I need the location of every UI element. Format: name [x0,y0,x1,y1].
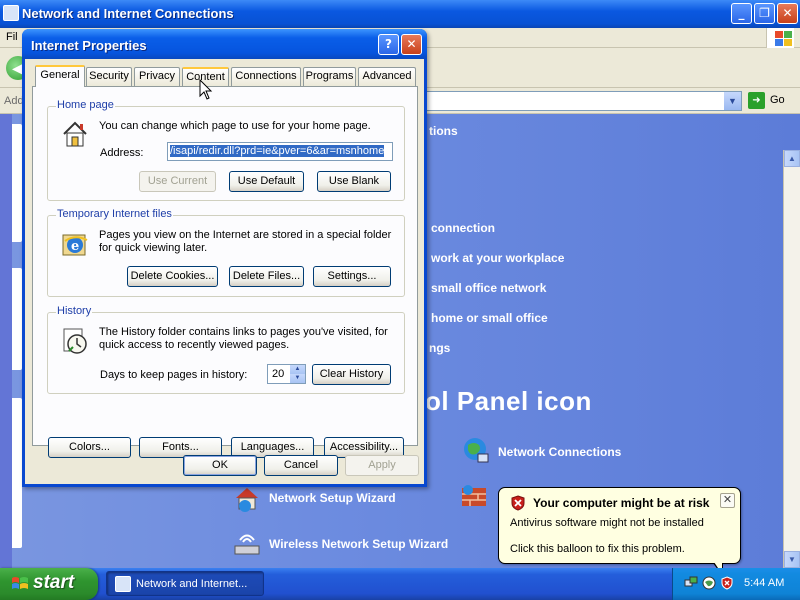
start-button[interactable]: start [0,568,98,600]
house-icon [63,121,87,147]
taskbar-item-label: Network and Internet... [136,578,248,590]
wireless-wizard-icon[interactable] [233,530,261,558]
wireless-setup-wizard-link[interactable]: Wireless Network Setup Wizard [269,537,448,551]
svg-text:e: e [71,239,79,254]
history-legend: History [56,305,93,317]
use-default-button[interactable]: Use Default [229,171,304,192]
home-page-legend: Home page [56,99,115,111]
address-bar-label: Add [4,95,24,107]
window-titlebar[interactable]: Network and Internet Connections _ ❐ ✕ [0,0,800,28]
taskbar-item-network[interactable]: Network and Internet... [106,571,264,596]
network-setup-wizard-link[interactable]: Network Setup Wizard [269,491,396,505]
temp-files-group: Temporary Internet files e Pages you vie… [47,208,405,297]
taskbar: start Network and Internet... 5:44 AM [0,568,800,600]
task-link[interactable]: small office network [431,281,546,295]
dialog-title: Internet Properties [31,38,147,53]
mouse-cursor-icon [199,79,213,100]
tab-general[interactable]: General [35,65,85,87]
network-connections-link[interactable]: Network Connections [498,445,621,459]
task-heading-fragment: tions [429,124,458,138]
tab-security[interactable]: Security [86,67,132,86]
maximize-button[interactable]: ❐ [754,3,775,24]
temp-files-legend: Temporary Internet files [56,208,173,220]
tab-privacy[interactable]: Privacy [134,67,180,86]
clear-history-button[interactable]: Clear History [312,364,391,385]
firewall-icon[interactable] [460,482,488,510]
use-current-button[interactable]: Use Current [139,171,216,192]
network-tray-icon[interactable] [684,576,698,590]
days-value: 20 [272,368,285,380]
system-tray: 5:44 AM [672,568,800,600]
tab-programs[interactable]: Programs [303,67,356,86]
folder-icon [3,5,19,21]
scroll-down-icon[interactable]: ▼ [784,551,800,568]
ie-files-icon: e [62,234,88,256]
minimize-button[interactable]: _ [731,3,752,24]
security-alert-balloon[interactable]: Your computer might be at risk ✕ Antivir… [498,487,741,577]
task-link[interactable]: ngs [429,341,450,355]
task-link[interactable]: work at your workplace [431,251,564,265]
menu-file[interactable]: Fil [6,31,18,43]
internet-properties-dialog: Internet Properties ? ✕ General Security… [22,29,427,487]
control-panel-heading: ol Panel icon [425,386,592,416]
task-pane-panel [12,124,22,242]
address-combo[interactable]: ▼ [420,91,742,111]
home-page-description: You can change which page to use for you… [99,120,371,132]
temp-files-description: Pages you view on the Internet are store… [99,229,392,254]
days-label: Days to keep pages in history: [100,369,248,381]
security-shield-icon [511,495,525,511]
start-label: start [33,572,75,593]
general-tab-panel: Home page You can change which page to u… [32,86,418,458]
balloon-action-text: Click this balloon to fix this problem. [510,543,685,555]
go-label: Go [770,94,785,106]
chevron-down-icon[interactable]: ▼ [724,92,741,110]
folder-icon [115,576,131,592]
network-setup-wizard-icon[interactable] [233,484,261,512]
address-label: Address: [100,147,144,159]
delete-cookies-button[interactable]: Delete Cookies... [127,266,218,287]
days-spinner[interactable]: 20 ▲ ▼ [267,364,306,384]
spin-up-icon[interactable]: ▲ [290,365,305,374]
apply-button[interactable]: Apply [345,455,419,476]
settings-button[interactable]: Settings... [313,266,391,287]
balloon-close-icon[interactable]: ✕ [720,493,735,508]
cancel-button[interactable]: Cancel [264,455,338,476]
task-pane [0,114,12,568]
task-pane-panel [12,268,22,370]
history-clock-icon [63,328,87,354]
balloon-title: Your computer might be at risk [533,496,710,510]
network-connections-icon[interactable] [462,436,490,464]
windows-flag-icon [12,577,28,589]
go-button[interactable]: ➜ Go [748,92,796,110]
colors-button[interactable]: Colors... [48,437,131,458]
scroll-up-icon[interactable]: ▲ [784,150,800,167]
dialog-titlebar[interactable]: Internet Properties ? ✕ [22,29,427,59]
close-button[interactable]: ✕ [777,3,798,24]
help-button[interactable]: ? [378,34,399,55]
task-pane-panel [12,398,22,548]
homepage-address-field[interactable]: /isapi/redir.dll?prd=ie&pver=6&ar=msnhom… [167,142,393,161]
window-title: Network and Internet Connections [22,6,234,21]
delete-files-button[interactable]: Delete Files... [229,266,304,287]
task-link[interactable]: connection [431,221,495,235]
ok-button[interactable]: OK [183,455,257,476]
windows-logo-icon [766,28,794,48]
homepage-address-value: /isapi/redir.dll?prd=ie&pver=6&ar=msnhom… [170,145,385,157]
balloon-message: Antivirus software might not be installe… [510,517,704,529]
clock[interactable]: 5:44 AM [744,577,784,589]
vertical-scrollbar[interactable]: ▲ ▼ [783,150,800,568]
spin-down-icon[interactable]: ▼ [290,374,305,383]
task-link[interactable]: home or small office [431,311,548,325]
tab-advanced[interactable]: Advanced [358,67,416,86]
tab-connections[interactable]: Connections [231,67,301,86]
tab-strip: General Security Privacy Content Connect… [32,65,422,87]
go-arrow-icon: ➜ [748,92,765,109]
history-description: The History folder contains links to pag… [99,326,388,351]
dialog-close-button[interactable]: ✕ [401,34,422,55]
security-shield-tray-icon[interactable] [720,576,734,590]
home-page-group: Home page You can change which page to u… [47,99,405,201]
use-blank-button[interactable]: Use Blank [317,171,391,192]
globe-tray-icon[interactable] [702,576,716,590]
history-group: History The History folder contains link… [47,305,405,394]
